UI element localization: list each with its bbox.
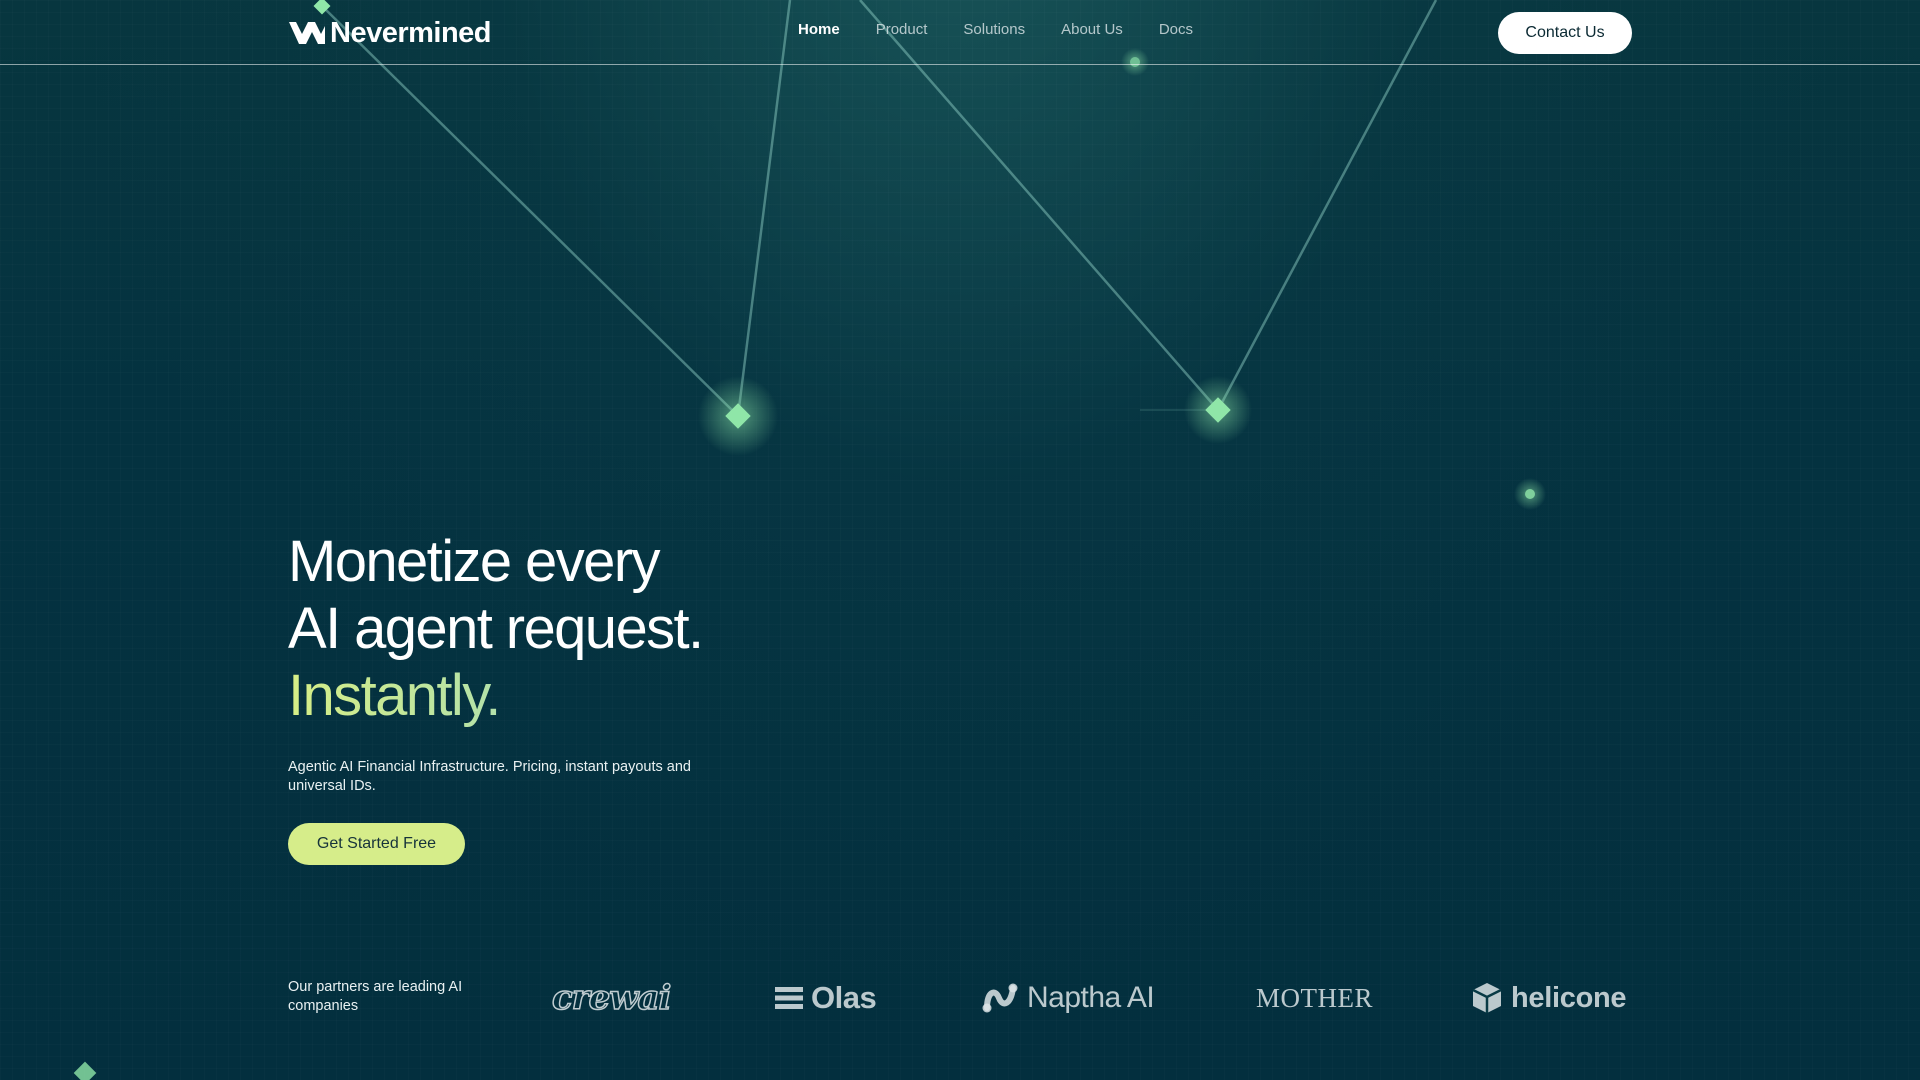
nevermined-logo-icon	[289, 22, 325, 44]
partner-naptha: Naptha AI	[981, 978, 1155, 1018]
hero-title: Monetize every AI agent request. Instant…	[288, 528, 704, 729]
partner-crewai: crewai	[551, 977, 672, 1019]
brand-logo[interactable]: Nevermined	[288, 16, 492, 49]
helicone-logo-icon	[1472, 983, 1502, 1013]
olas-logo-icon	[775, 987, 803, 1009]
main-nav: Home Product Solutions About Us Docs	[798, 21, 1193, 39]
nav-about-us[interactable]: About Us	[1061, 21, 1123, 38]
olas-logo: Olas	[811, 980, 877, 1015]
partners-label: Our partners are leading AI companies	[288, 979, 463, 1014]
partner-mother: MOTHER	[1256, 978, 1373, 1018]
top-navbar: Nevermined Home Product Solutions About …	[0, 0, 1920, 65]
get-started-button[interactable]: Get Started Free	[288, 823, 465, 865]
nav-home[interactable]: Home	[798, 21, 840, 38]
brand-name: Nevermined	[330, 16, 492, 49]
landing-page: Nevermined Home Product Solutions About …	[0, 0, 1920, 1080]
hero-title-accent: Instantly.	[288, 662, 703, 729]
naptha-logo-icon	[982, 983, 1018, 1013]
crewai-logo: crewai	[551, 977, 672, 1019]
helicone-logo: helicone	[1511, 981, 1627, 1014]
hero-title-line-1: Monetize every	[288, 529, 660, 594]
naptha-logo: Naptha AI	[1027, 981, 1155, 1014]
contact-us-button[interactable]: Contact Us	[1498, 12, 1632, 54]
partner-olas: Olas	[775, 978, 877, 1018]
nav-docs[interactable]: Docs	[1159, 21, 1193, 38]
nav-solutions[interactable]: Solutions	[963, 21, 1025, 38]
hero-subtitle: Agentic AI Financial Infrastructure. Pri…	[288, 759, 691, 794]
partner-helicone: helicone	[1471, 978, 1627, 1018]
nav-product[interactable]: Product	[876, 21, 928, 38]
mother-logo: MOTHER	[1256, 982, 1373, 1013]
hero-title-line-2: AI agent request.	[288, 596, 704, 661]
